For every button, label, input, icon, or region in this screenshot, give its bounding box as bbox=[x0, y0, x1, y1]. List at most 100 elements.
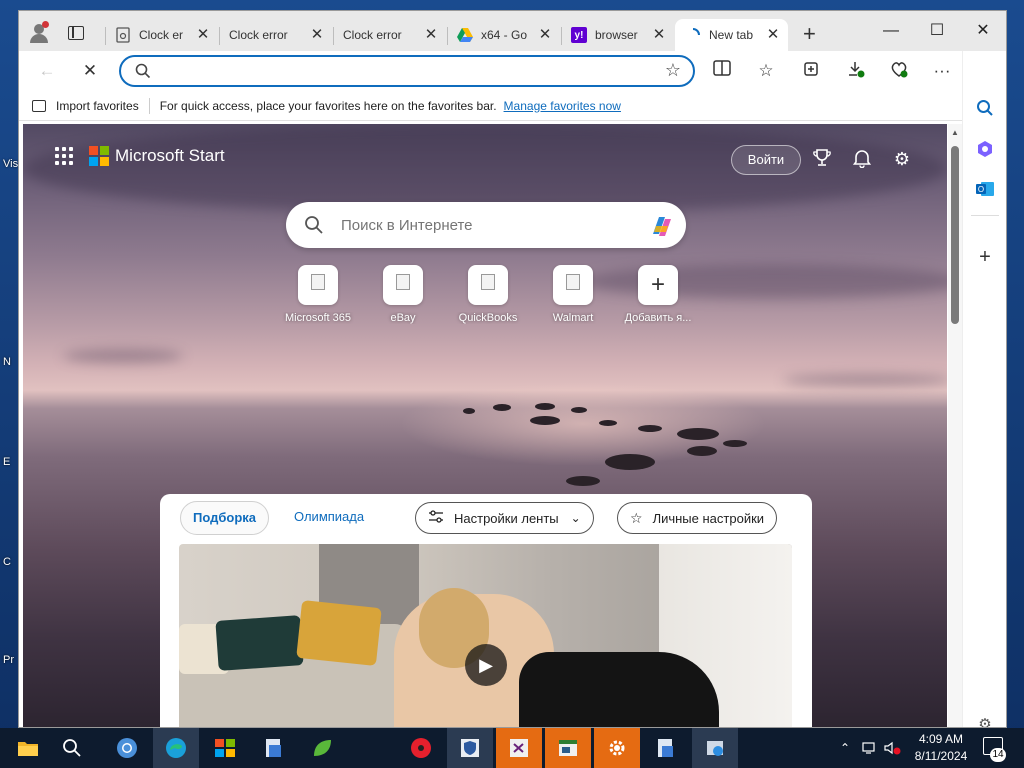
show-hidden-icons-chevron-icon[interactable]: ⌃ bbox=[840, 728, 850, 768]
web-search-input[interactable] bbox=[341, 215, 641, 235]
installer-icon[interactable] bbox=[251, 728, 297, 768]
chrome-icon[interactable] bbox=[104, 728, 150, 768]
quick-link-label: eBay bbox=[390, 312, 416, 324]
tab-close-icon[interactable]: ✕ bbox=[196, 27, 210, 42]
browser-window: Clock er ✕ Clock error ✕ Clock error ✕ x… bbox=[18, 10, 1007, 728]
quick-link[interactable]: eBay bbox=[358, 265, 448, 324]
microsoft-logo-icon bbox=[89, 146, 109, 166]
add-sidebar-app-icon[interactable]: + bbox=[974, 246, 996, 268]
feed-hero-video[interactable]: ▶ bbox=[179, 544, 792, 727]
feed-tab-olympics[interactable]: Олимпиада bbox=[282, 501, 376, 535]
tab-close-icon[interactable]: ✕ bbox=[538, 27, 552, 42]
sliders-icon bbox=[428, 509, 444, 527]
close-window-button[interactable]: ✕ bbox=[960, 17, 1006, 45]
system-clock[interactable]: 4:09 AM 8/11/2024 bbox=[906, 731, 976, 765]
tab-close-icon[interactable]: ✕ bbox=[766, 27, 780, 42]
red-disc-icon[interactable] bbox=[398, 728, 444, 768]
blank-app-icon[interactable] bbox=[349, 728, 395, 768]
quick-link-label: Microsoft 365 bbox=[284, 312, 352, 324]
sign-in-button[interactable]: Войти bbox=[731, 145, 801, 175]
sparkle-star-icon: ☆ bbox=[630, 509, 643, 526]
page-settings-gear-icon[interactable]: ⚙ bbox=[891, 148, 913, 170]
new-tab-plus-icon[interactable]: + bbox=[803, 23, 816, 45]
collections-icon[interactable] bbox=[800, 60, 822, 82]
quick-link[interactable]: Microsoft 365 bbox=[273, 265, 363, 324]
desktop-icon-label[interactable]: C bbox=[3, 556, 11, 568]
tab-title: New tab bbox=[709, 28, 754, 42]
tab-close-icon[interactable]: ✕ bbox=[652, 27, 666, 42]
play-icon[interactable]: ▶ bbox=[465, 644, 507, 686]
stop-loading-icon[interactable]: ✕ bbox=[79, 60, 101, 82]
sidebar-settings-icon[interactable]: ⚙ bbox=[974, 714, 996, 727]
tab-title: Clock error bbox=[229, 28, 288, 42]
favorites-hint: For quick access, place your favorites h… bbox=[159, 98, 497, 113]
feed-settings-button[interactable]: Настройки ленты ⌄ bbox=[415, 502, 594, 534]
split-screen-icon[interactable] bbox=[711, 60, 733, 82]
minimize-button[interactable]: — bbox=[868, 17, 914, 45]
search-sidebar-icon[interactable] bbox=[974, 99, 996, 121]
clock-time: 4:09 AM bbox=[918, 732, 964, 746]
tab-close-icon[interactable]: ✕ bbox=[424, 27, 438, 42]
desktop-icon-label[interactable]: E bbox=[3, 456, 10, 468]
chevron-down-icon: ⌄ bbox=[570, 511, 581, 525]
feed-tab-selection[interactable]: Подборка bbox=[180, 501, 270, 535]
copilot-icon[interactable] bbox=[648, 212, 676, 240]
network-icon[interactable] bbox=[862, 728, 878, 768]
quick-links: Microsoft 365 eBay QuickBooks Walmart + … bbox=[273, 265, 703, 325]
add-quick-link[interactable]: + Добавить я... bbox=[613, 265, 703, 324]
windows-flag-icon[interactable] bbox=[202, 728, 248, 768]
visual-studio-icon[interactable] bbox=[496, 728, 542, 768]
page-scrollbar[interactable]: ▲ bbox=[948, 124, 962, 727]
copilot-sidebar-icon[interactable] bbox=[974, 140, 996, 162]
settings-gear-icon[interactable] bbox=[594, 728, 640, 768]
tab[interactable]: y! browser ✕ bbox=[561, 19, 674, 51]
tab[interactable]: Clock error ✕ bbox=[333, 19, 446, 51]
favorites-list-icon[interactable]: ☆ bbox=[755, 60, 777, 82]
personal-settings-button[interactable]: ☆ Личные настройки bbox=[617, 502, 778, 534]
more-options-icon[interactable]: ··· bbox=[931, 60, 953, 82]
quick-link[interactable]: Walmart bbox=[528, 265, 618, 324]
import-icon bbox=[32, 99, 46, 112]
leaf-app-icon[interactable] bbox=[299, 728, 345, 768]
tab-active[interactable]: New tab ✕ bbox=[675, 19, 788, 51]
edge-icon[interactable] bbox=[153, 728, 199, 768]
terminal-window-icon[interactable] bbox=[545, 728, 591, 768]
volume-muted-icon[interactable] bbox=[884, 728, 902, 768]
scrollbar-thumb[interactable] bbox=[951, 146, 959, 324]
desktop-icon-label[interactable]: N bbox=[3, 356, 11, 368]
downloads-icon[interactable] bbox=[845, 60, 867, 82]
svg-text:O: O bbox=[978, 185, 984, 194]
desktop-icon-label[interactable]: Vis bbox=[3, 158, 18, 170]
setup-package-icon[interactable] bbox=[643, 728, 689, 768]
shield-app-icon[interactable] bbox=[447, 728, 493, 768]
tab-close-icon[interactable]: ✕ bbox=[310, 27, 324, 42]
desktop-icon-label[interactable]: Pr bbox=[3, 654, 14, 666]
tab[interactable]: x64 - Go ✕ bbox=[447, 19, 560, 51]
maximize-button[interactable]: ☐ bbox=[914, 17, 960, 45]
brand-title[interactable]: Microsoft Start bbox=[115, 146, 225, 166]
scroll-up-arrow-icon[interactable]: ▲ bbox=[951, 128, 959, 137]
address-input[interactable] bbox=[163, 62, 643, 80]
broken-image-icon bbox=[566, 274, 580, 290]
taskbar-search-icon[interactable] bbox=[49, 728, 95, 768]
web-search-box[interactable] bbox=[286, 202, 686, 248]
import-favorites-button[interactable]: Import favorites bbox=[32, 99, 139, 113]
address-bar[interactable]: ☆ bbox=[119, 55, 695, 87]
app-launcher-icon[interactable] bbox=[55, 147, 73, 165]
tab[interactable]: Clock er ✕ bbox=[105, 19, 218, 51]
rewards-trophy-icon[interactable] bbox=[811, 148, 833, 170]
file-explorer-icon[interactable] bbox=[5, 728, 51, 768]
back-arrow-icon[interactable]: ← bbox=[36, 60, 58, 82]
outlook-icon[interactable]: O bbox=[974, 180, 996, 202]
browser-essentials-icon[interactable] bbox=[888, 60, 910, 82]
profile-avatar-icon[interactable] bbox=[29, 21, 49, 44]
quick-link[interactable]: QuickBooks bbox=[443, 265, 533, 324]
network-installer-icon[interactable] bbox=[692, 728, 738, 768]
search-icon bbox=[304, 215, 324, 238]
tab-actions-icon[interactable] bbox=[68, 26, 84, 40]
favorite-star-icon[interactable]: ☆ bbox=[665, 60, 681, 81]
manage-favorites-link[interactable]: Manage favorites now bbox=[504, 99, 621, 113]
notifications-bell-icon[interactable] bbox=[851, 148, 873, 170]
tab[interactable]: Clock error ✕ bbox=[219, 19, 332, 51]
personal-settings-label: Личные настройки bbox=[652, 510, 765, 526]
